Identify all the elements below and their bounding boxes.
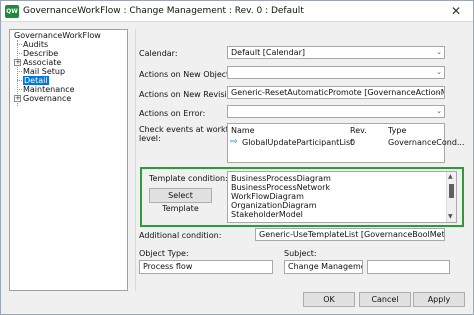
new-revision-value: Generic-ResetAutomaticPromote [Governanc… (231, 88, 445, 97)
app-icon: QW (5, 5, 19, 18)
apply-button[interactable]: Apply (413, 292, 465, 307)
tree-item-describe[interactable]: Describe (23, 49, 58, 58)
tree-item-label: Detail (23, 76, 49, 85)
tree-item-audits[interactable]: Audits (23, 40, 48, 49)
column-header-name[interactable]: Name (231, 126, 255, 135)
column-header-type[interactable]: Type (388, 126, 406, 135)
tree-item-detail[interactable]: Detail (23, 76, 49, 85)
highlight-frame (140, 167, 464, 227)
tree-item-maintenance[interactable]: Maintenance (23, 85, 75, 94)
tree-item-label: Governance (23, 94, 72, 103)
object-type-label: Object Type: (139, 249, 189, 258)
tree-item-label: Mail Setup (23, 67, 66, 76)
tree-item-label: Maintenance (23, 85, 75, 94)
check-events-label-cont: level: (139, 134, 161, 143)
on-error-combo[interactable]: ⌄ (227, 105, 445, 118)
ok-button[interactable]: OK (303, 292, 355, 307)
chevron-down-icon[interactable]: ⌄ (436, 87, 442, 98)
additional-condition-value: Generic-UseTemplateList [GovernanceBoolM… (259, 230, 445, 239)
new-object-combo[interactable]: ⌄ (227, 66, 445, 79)
tree-item-governance[interactable]: Governance (23, 94, 71, 103)
chevron-down-icon[interactable]: ⌄ (436, 67, 442, 78)
tree-item-label: Associate (23, 58, 62, 67)
chevron-down-icon[interactable]: ⌄ (436, 106, 442, 117)
tree-connector (17, 53, 22, 54)
cancel-button[interactable]: Cancel (359, 292, 411, 307)
expand-icon[interactable]: + (14, 59, 21, 66)
arrow-right-icon: ⇨ (230, 137, 238, 147)
panel-divider (135, 29, 136, 291)
title-bar: QW GovernanceWorkFlow : Change Managemen… (1, 1, 473, 22)
column-header-rev[interactable]: Rev. (350, 126, 367, 135)
tree-connector (17, 71, 22, 72)
calendar-label: Calendar: (139, 49, 178, 58)
additional-condition-combo[interactable]: Generic-UseTemplateList [GovernanceBoolM… (255, 228, 445, 241)
tree-connector (17, 89, 22, 90)
tree-item-associate[interactable]: Associate (23, 58, 61, 67)
tree-item-label: Audits (23, 40, 49, 49)
tree-item-governanceworkflow[interactable]: GovernanceWorkFlow (14, 31, 101, 40)
tree-item-mail-setup[interactable]: Mail Setup (23, 67, 65, 76)
dialog-window: QW GovernanceWorkFlow : Change Managemen… (0, 0, 474, 315)
new-revision-combo[interactable]: Generic-ResetAutomaticPromote [Governanc… (227, 86, 445, 99)
new-revision-label: Actions on New Revision: (139, 90, 240, 99)
check-events-grid[interactable]: Name Rev. Type ⇨ GlobalUpdateParticipant… (227, 123, 465, 163)
new-object-label: Actions on New Object: (139, 70, 233, 79)
on-error-label: Actions on Error: (139, 109, 206, 118)
window-title: GovernanceWorkFlow : Change Management :… (23, 6, 304, 16)
close-icon[interactable]: ✕ (451, 4, 461, 18)
chevron-down-icon[interactable]: ⌄ (436, 47, 442, 58)
object-type-field[interactable]: Process flow (139, 260, 273, 274)
chevron-down-icon[interactable]: ⌄ (436, 229, 442, 240)
subject-field-2[interactable] (367, 260, 450, 274)
tree-item-label: Describe (23, 49, 59, 58)
table-cell-name[interactable]: GlobalUpdateParticipantList (242, 138, 353, 147)
tree-connector (17, 80, 22, 81)
tree-item-label: GovernanceWorkFlow (14, 31, 101, 40)
calendar-combo[interactable]: Default [Calendar] ⌄ (227, 46, 445, 59)
table-cell-type[interactable]: GovernanceCond... (388, 138, 465, 147)
additional-condition-label: Additional condition: (139, 231, 222, 240)
navigation-tree[interactable]: GovernanceWorkFlow Audits Describe + Ass… (9, 29, 128, 291)
expand-icon[interactable]: + (14, 95, 21, 102)
subject-label: Subject: (284, 249, 317, 258)
tree-connector (17, 44, 22, 45)
calendar-value: Default [Calendar] (231, 48, 305, 57)
subject-field[interactable]: Change Management - (284, 260, 363, 274)
table-cell-rev[interactable]: 0 (350, 138, 355, 147)
